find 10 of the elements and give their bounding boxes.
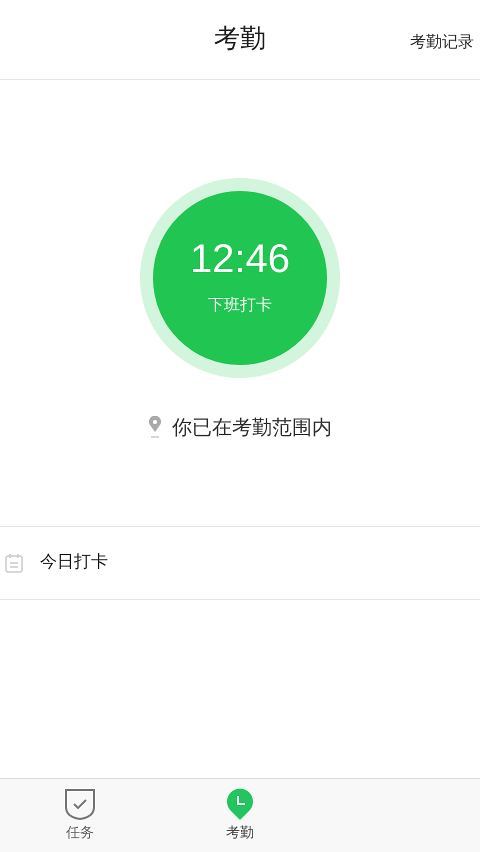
today-punch-label: 今日打卡 [40, 551, 108, 574]
tab[interactable]: 任务 [0, 779, 160, 852]
records-link[interactable]: 考勤记录 [410, 30, 474, 54]
punch-label: 下班打卡 [208, 294, 272, 316]
clock-time: 12:46 [190, 239, 290, 279]
calendar-icon [5, 553, 23, 573]
location-pin-icon [148, 416, 162, 438]
page-title: 考勤 [214, 23, 266, 56]
location-status: 你已在考勤范围内 [172, 414, 332, 441]
tab[interactable]: 考勤 [160, 779, 320, 852]
